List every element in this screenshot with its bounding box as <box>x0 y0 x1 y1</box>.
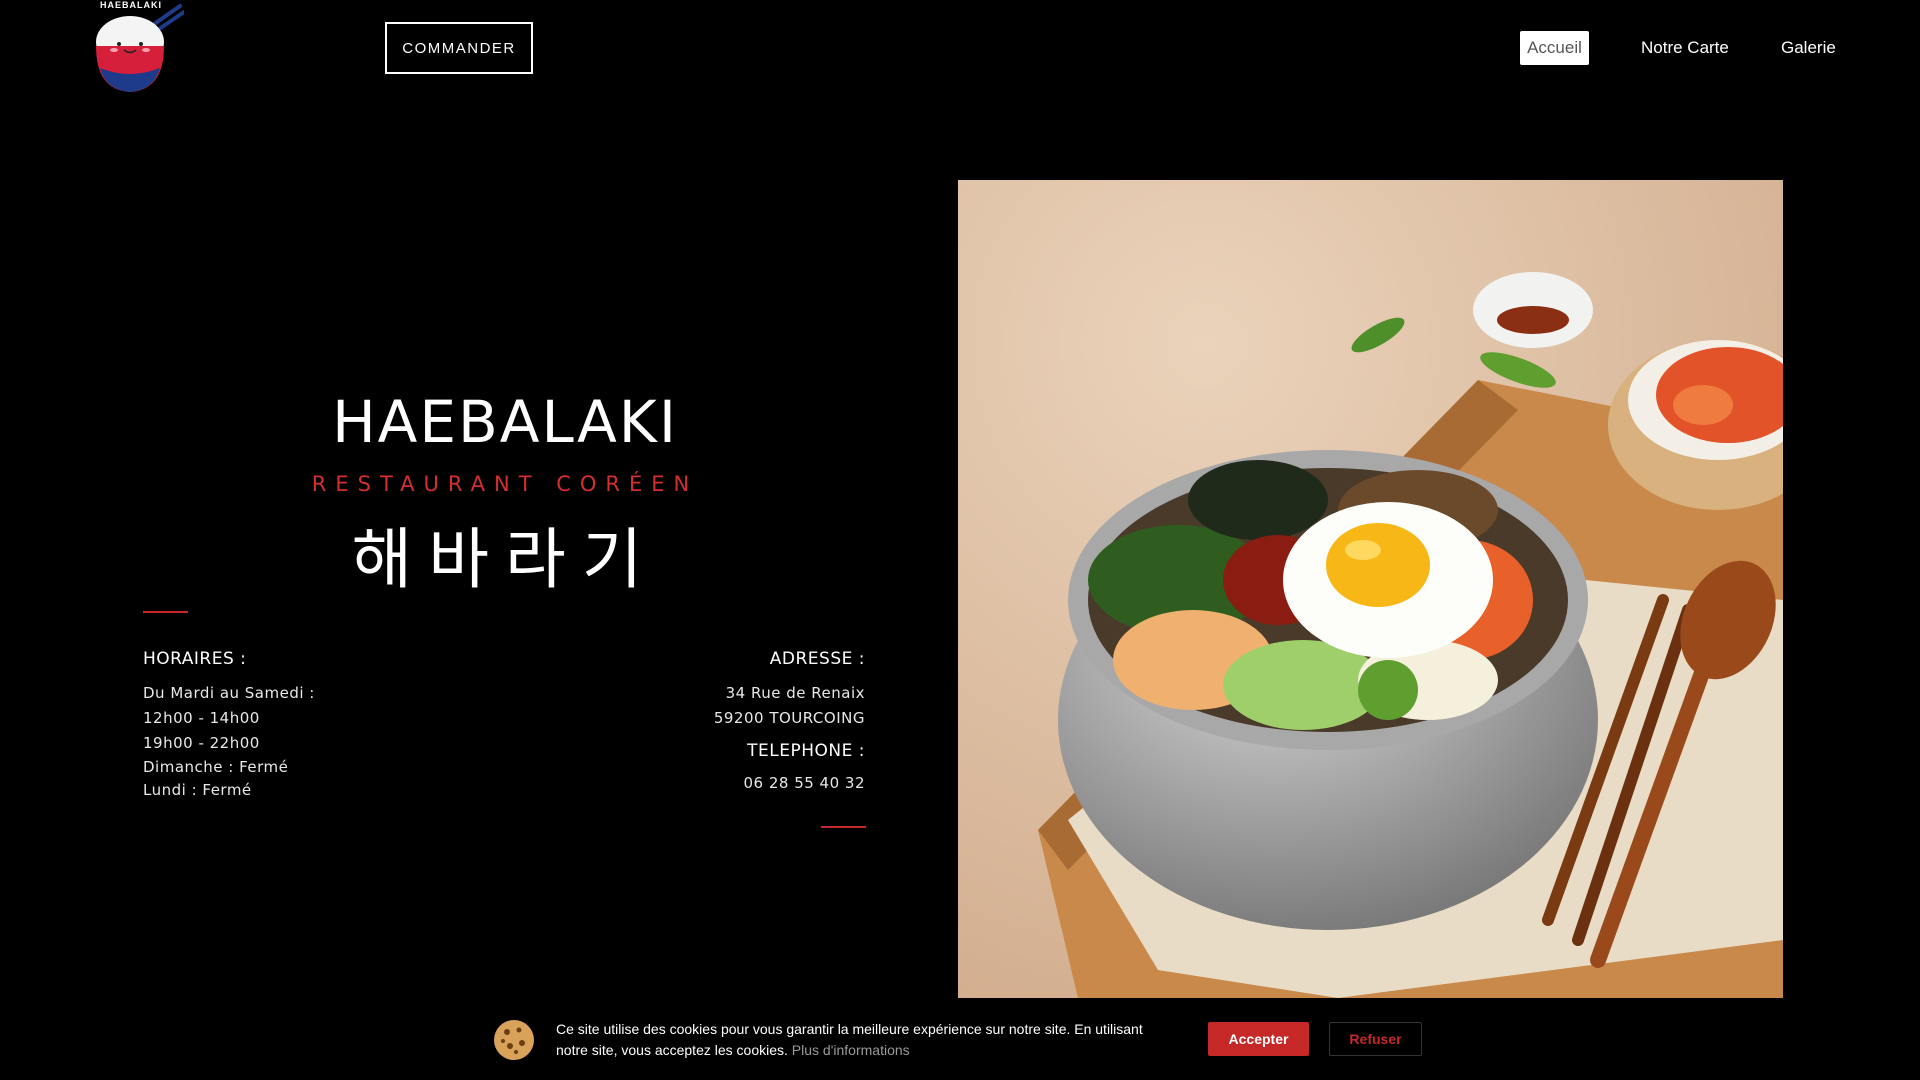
hours-line: Dimanche : Fermé <box>143 758 289 776</box>
bibimbap-illustration <box>958 180 1783 998</box>
bibimbap-photo <box>958 180 1783 998</box>
nav-gallery[interactable]: Galerie <box>1781 31 1836 65</box>
restaurant-name: HAEBALAKI <box>332 388 678 456</box>
logo[interactable]: HAEBALAKI <box>88 0 184 104</box>
logo-text: HAEBALAKI <box>100 0 162 10</box>
address-line: 34 Rue de Renaix <box>725 684 865 702</box>
phone-title: TELEPHONE : <box>747 741 865 761</box>
divider-left <box>143 611 188 613</box>
order-button[interactable]: COMMANDER <box>385 22 533 74</box>
cookie-more-info-link[interactable]: Plus d'informations <box>792 1042 910 1058</box>
restaurant-subtitle: RESTAURANT CORÉEN <box>311 472 699 496</box>
refuse-cookies-button[interactable]: Refuser <box>1329 1022 1422 1056</box>
hours-line: 19h00 - 22h00 <box>143 734 260 752</box>
korean-name: 해바라기 <box>351 521 659 598</box>
nav-home[interactable]: Accueil <box>1520 31 1589 65</box>
cookie-icon <box>494 1020 534 1060</box>
nav-menu[interactable]: Notre Carte <box>1641 31 1729 65</box>
hours-line: Du Mardi au Samedi : <box>143 684 315 702</box>
hours-title: HORAIRES : <box>143 649 247 669</box>
address-title: ADRESSE : <box>769 649 865 669</box>
address-line: 59200 TOURCOING <box>713 709 865 727</box>
divider-right <box>821 826 866 828</box>
cookie-message: Ce site utilise des cookies pour vous ga… <box>556 1019 1166 1061</box>
hours-line: 12h00 - 14h00 <box>143 709 260 727</box>
hours-line: Lundi : Fermé <box>143 781 252 799</box>
phone-number[interactable]: 06 28 55 40 32 <box>743 774 865 792</box>
rice-bowl-logo-icon <box>96 4 184 92</box>
accept-cookies-button[interactable]: Accepter <box>1208 1022 1309 1056</box>
